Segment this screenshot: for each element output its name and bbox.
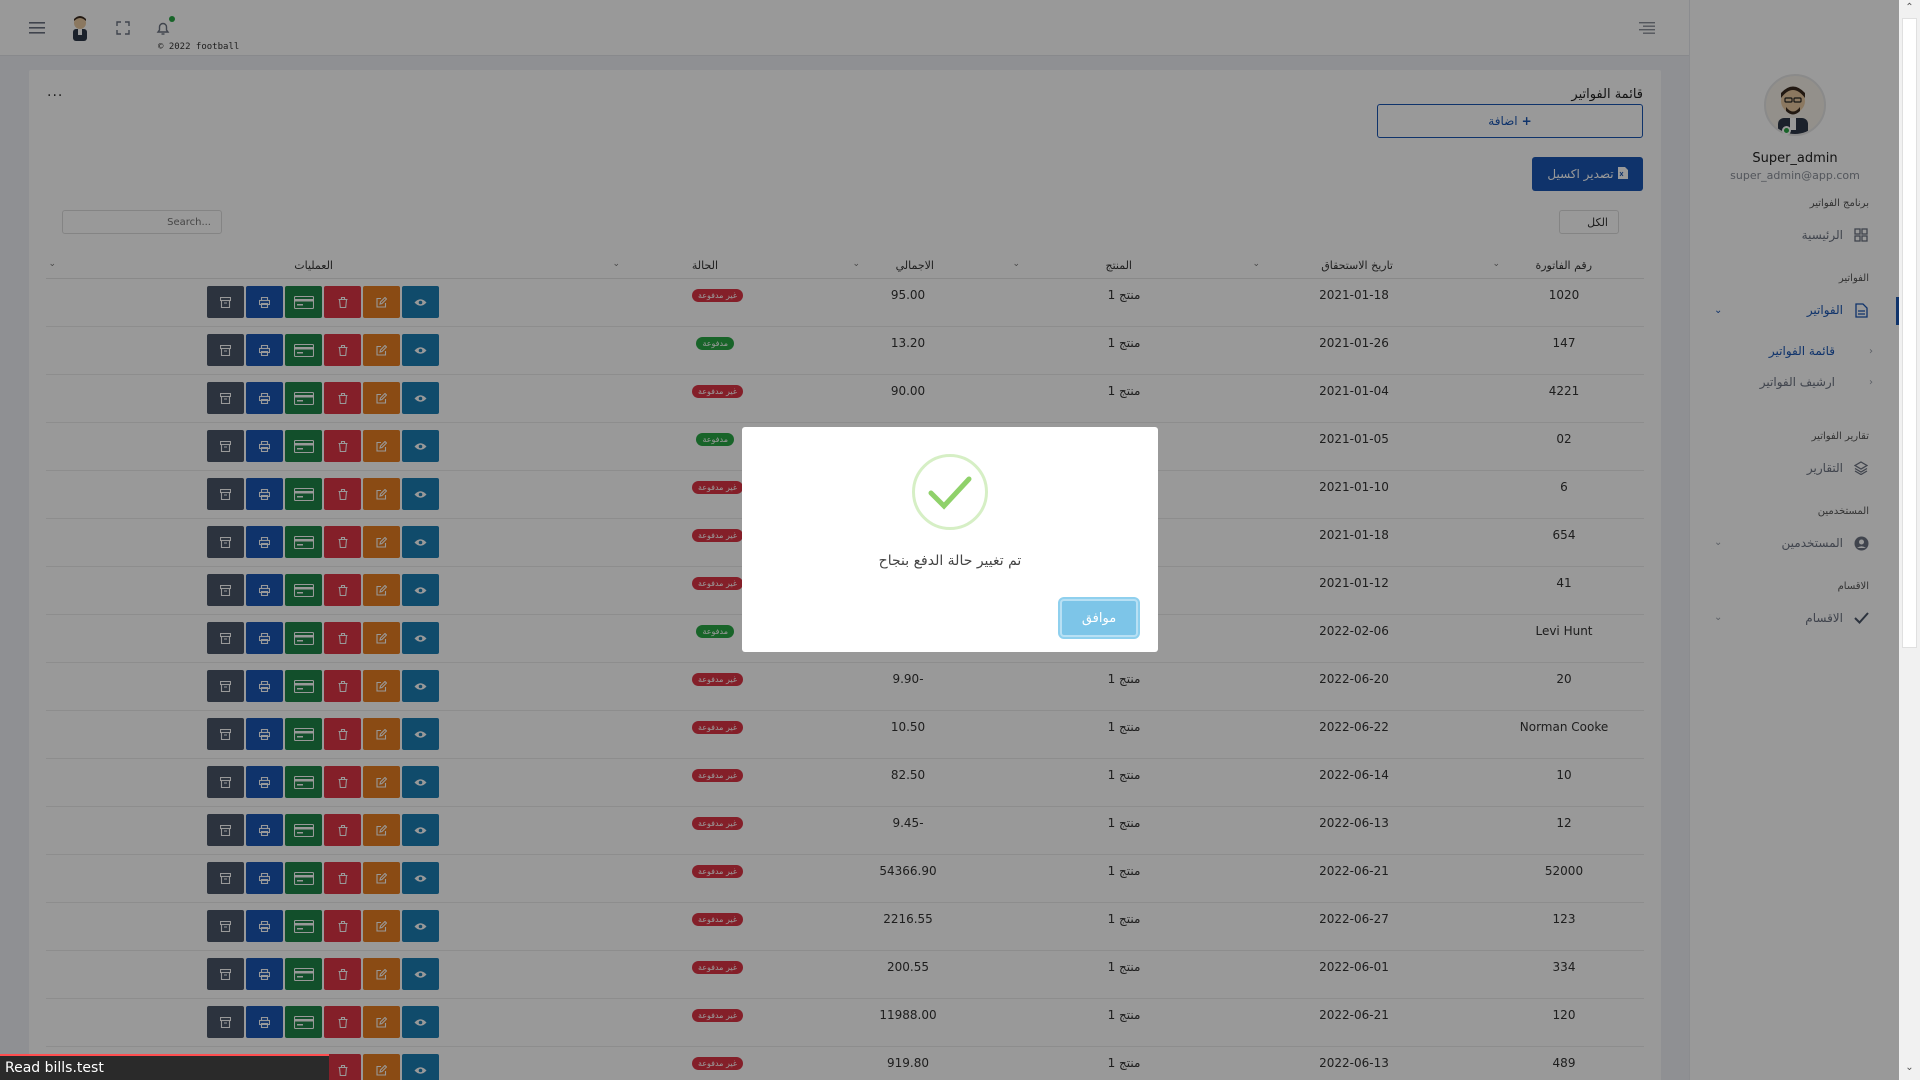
- success-check-icon: [912, 454, 988, 530]
- scroll-down-icon[interactable]: ⌄: [1904, 1062, 1915, 1073]
- dialog-message: تم تغيير حالة الدفع بنجاح: [878, 553, 1022, 569]
- success-dialog: تم تغيير حالة الدفع بنجاح موافق: [742, 427, 1158, 652]
- confirm-button[interactable]: موافق: [1060, 599, 1138, 637]
- scroll-up-icon[interactable]: ⌃: [1904, 2, 1915, 13]
- browser-status-url: Read bills.test: [0, 1054, 329, 1080]
- scrollbar-thumb[interactable]: [1902, 18, 1917, 648]
- page-scrollbar[interactable]: ⌃ ⌄: [1899, 0, 1920, 1080]
